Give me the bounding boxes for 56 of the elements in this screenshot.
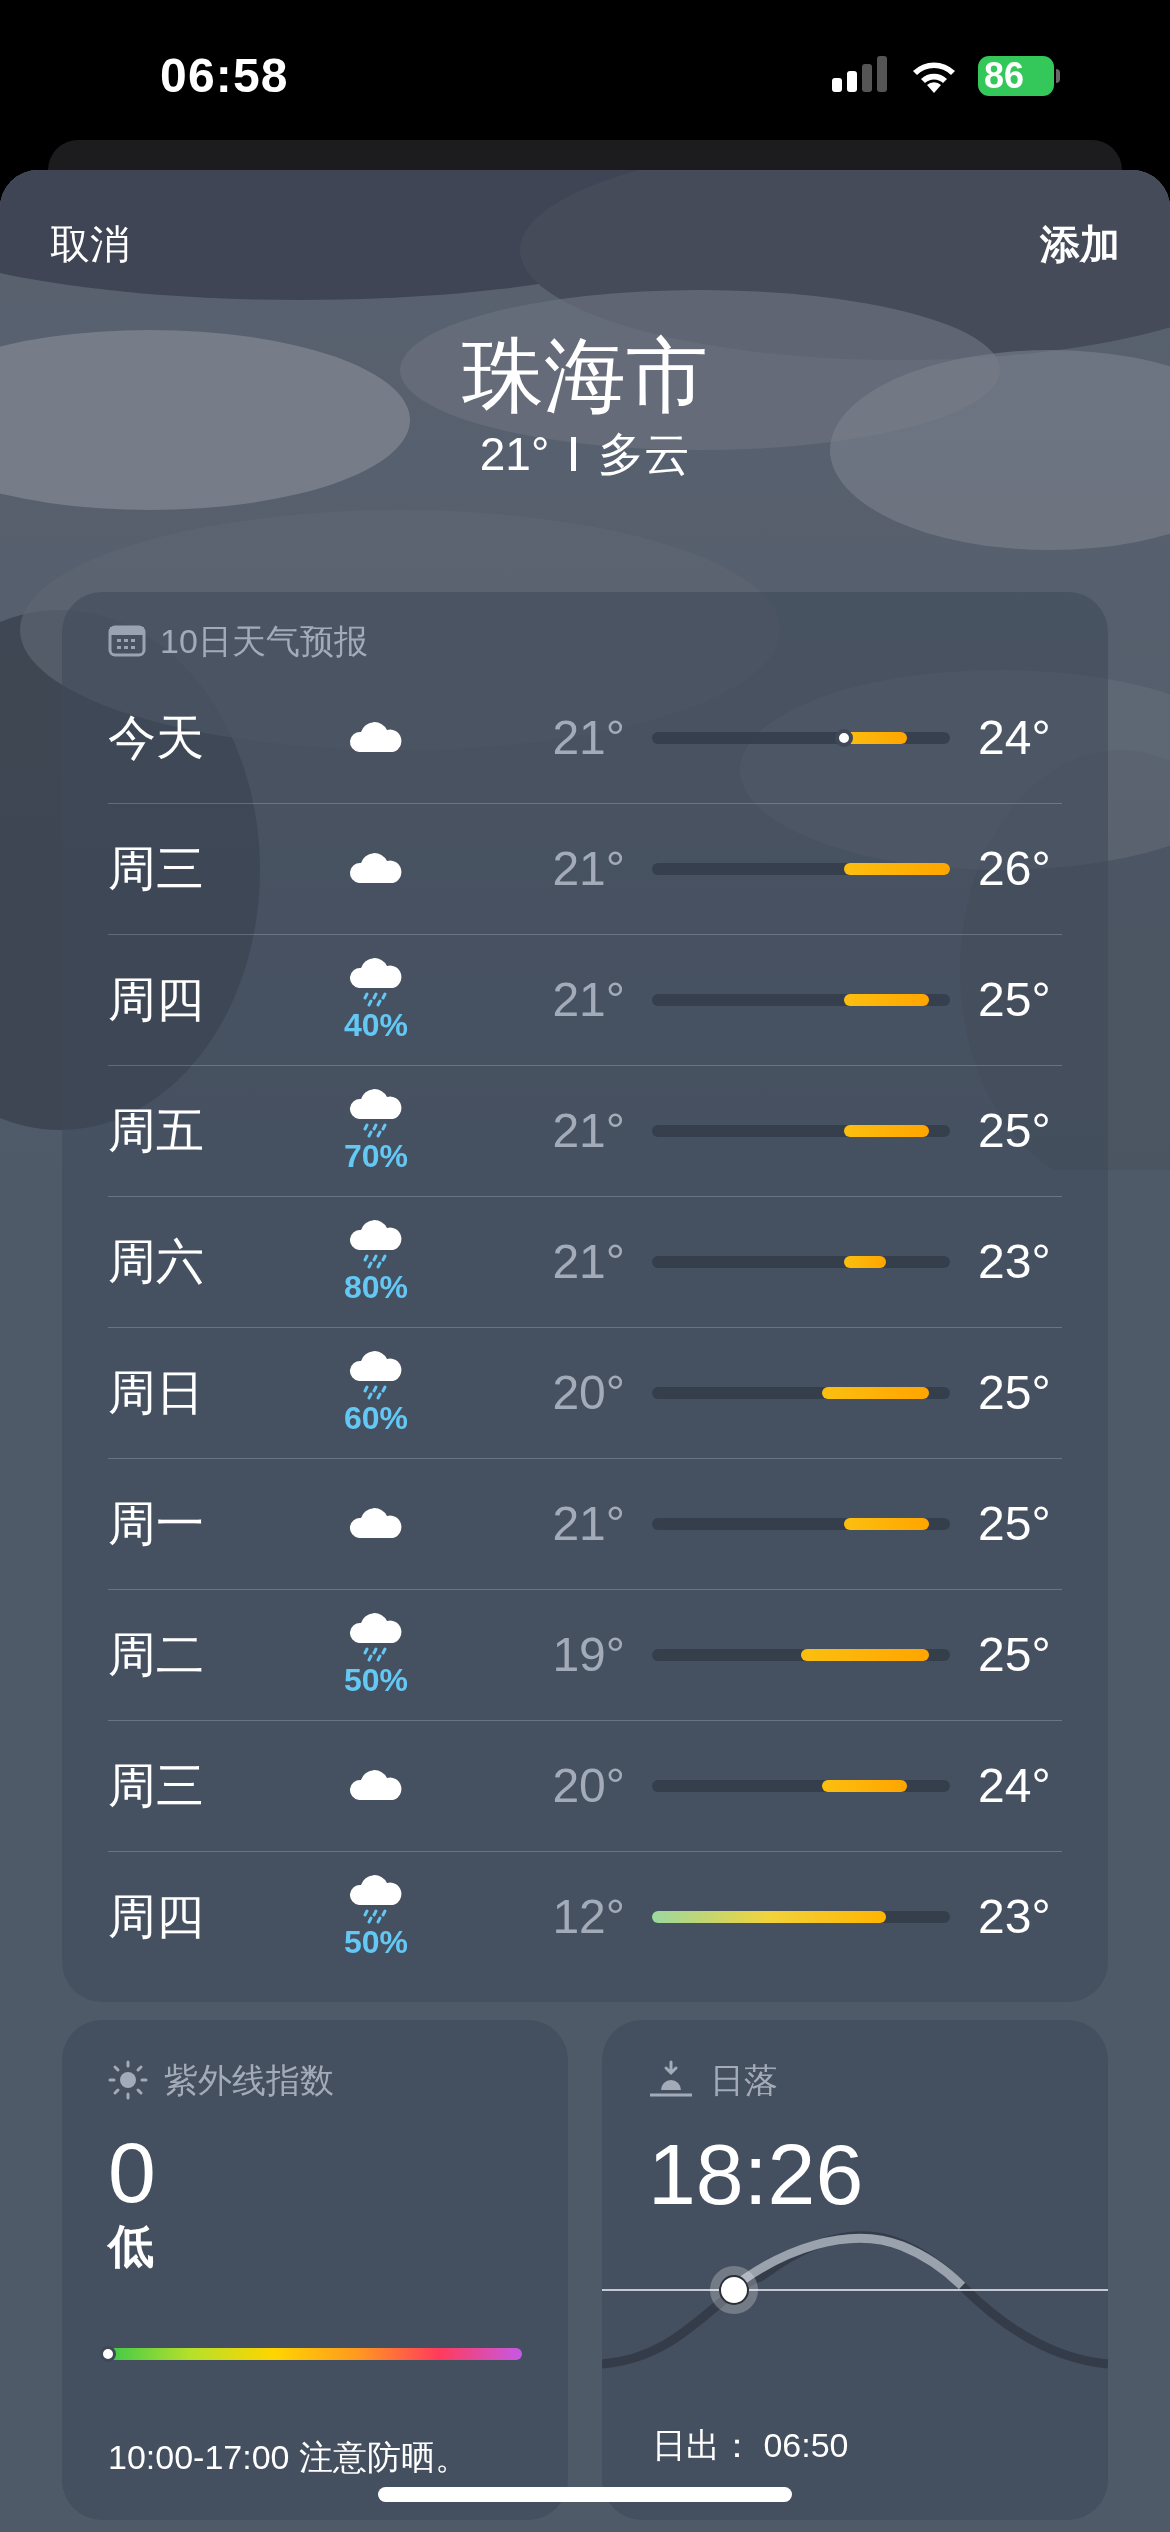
sunrise-time: 日出： 06:50 xyxy=(651,2425,850,2466)
section-title: 10日天气预报 xyxy=(160,620,368,662)
low-temperature: 21° xyxy=(551,709,625,766)
card-title: 紫外线指数 xyxy=(164,2059,334,2101)
sun-icon xyxy=(108,2060,148,2100)
precipitation-chance: 80% xyxy=(343,1270,408,1304)
high-temperature: 25° xyxy=(978,1496,1051,1552)
day-label: 周四 xyxy=(108,972,205,1028)
card-title: 日落 xyxy=(710,2059,778,2101)
precipitation-chance: 70% xyxy=(343,1139,408,1173)
city-name: 珠海市 xyxy=(461,329,709,423)
uv-index-value: 0 xyxy=(108,2126,157,2218)
low-temperature: 21° xyxy=(551,1234,625,1290)
precipitation-chance: 50% xyxy=(343,1663,408,1697)
high-temperature: 25° xyxy=(978,972,1051,1028)
day-label: 周六 xyxy=(108,1234,205,1290)
day-label: 今天 xyxy=(108,709,205,766)
high-temperature: 23° xyxy=(978,1234,1051,1290)
high-temperature: 26° xyxy=(978,841,1051,897)
add-button[interactable]: 添加 xyxy=(1040,218,1120,270)
weather-condition: 多云 xyxy=(598,427,691,482)
low-temperature: 21° xyxy=(551,841,625,897)
low-temperature: 20° xyxy=(551,1758,625,1814)
day-label: 周四 xyxy=(108,1889,205,1945)
precipitation-chance: 50% xyxy=(343,1925,408,1959)
precipitation-chance: 40% xyxy=(343,1008,408,1042)
high-temperature: 25° xyxy=(978,1103,1051,1159)
day-label: 周五 xyxy=(108,1103,205,1159)
temperature-range-bar xyxy=(843,1256,887,1268)
status-time: 06:58 xyxy=(160,48,289,104)
high-temperature: 24° xyxy=(978,709,1051,766)
high-temperature: 23° xyxy=(978,1889,1051,1945)
low-temperature: 12° xyxy=(551,1889,625,1945)
calendar-icon xyxy=(108,625,146,657)
high-temperature: 25° xyxy=(978,1627,1051,1683)
low-temperature: 21° xyxy=(551,1103,625,1159)
uv-advice: 10:00-17:00 注意防晒。 xyxy=(108,2437,470,2478)
current-temperature: 21° xyxy=(479,427,550,482)
battery-level: 86 xyxy=(978,56,1054,96)
low-temperature: 20° xyxy=(551,1365,625,1421)
cancel-button[interactable]: 取消 xyxy=(50,218,130,270)
day-label: 周二 xyxy=(108,1627,205,1683)
day-label: 周三 xyxy=(108,1758,205,1814)
battery-cap xyxy=(1056,69,1060,83)
low-temperature: 21° xyxy=(551,1496,625,1552)
low-temperature: 21° xyxy=(551,972,625,1028)
uv-category: 低 xyxy=(108,2219,155,2274)
day-label: 周一 xyxy=(108,1496,205,1552)
high-temperature: 25° xyxy=(978,1365,1051,1421)
precipitation-chance: 60% xyxy=(343,1401,408,1435)
low-temperature: 19° xyxy=(551,1627,625,1683)
high-temperature: 24° xyxy=(978,1758,1051,1814)
day-label: 周日 xyxy=(108,1365,205,1421)
sunset-time: 18:26 xyxy=(647,2125,865,2224)
day-label: 周三 xyxy=(108,841,205,897)
sunset-icon xyxy=(648,2060,694,2100)
